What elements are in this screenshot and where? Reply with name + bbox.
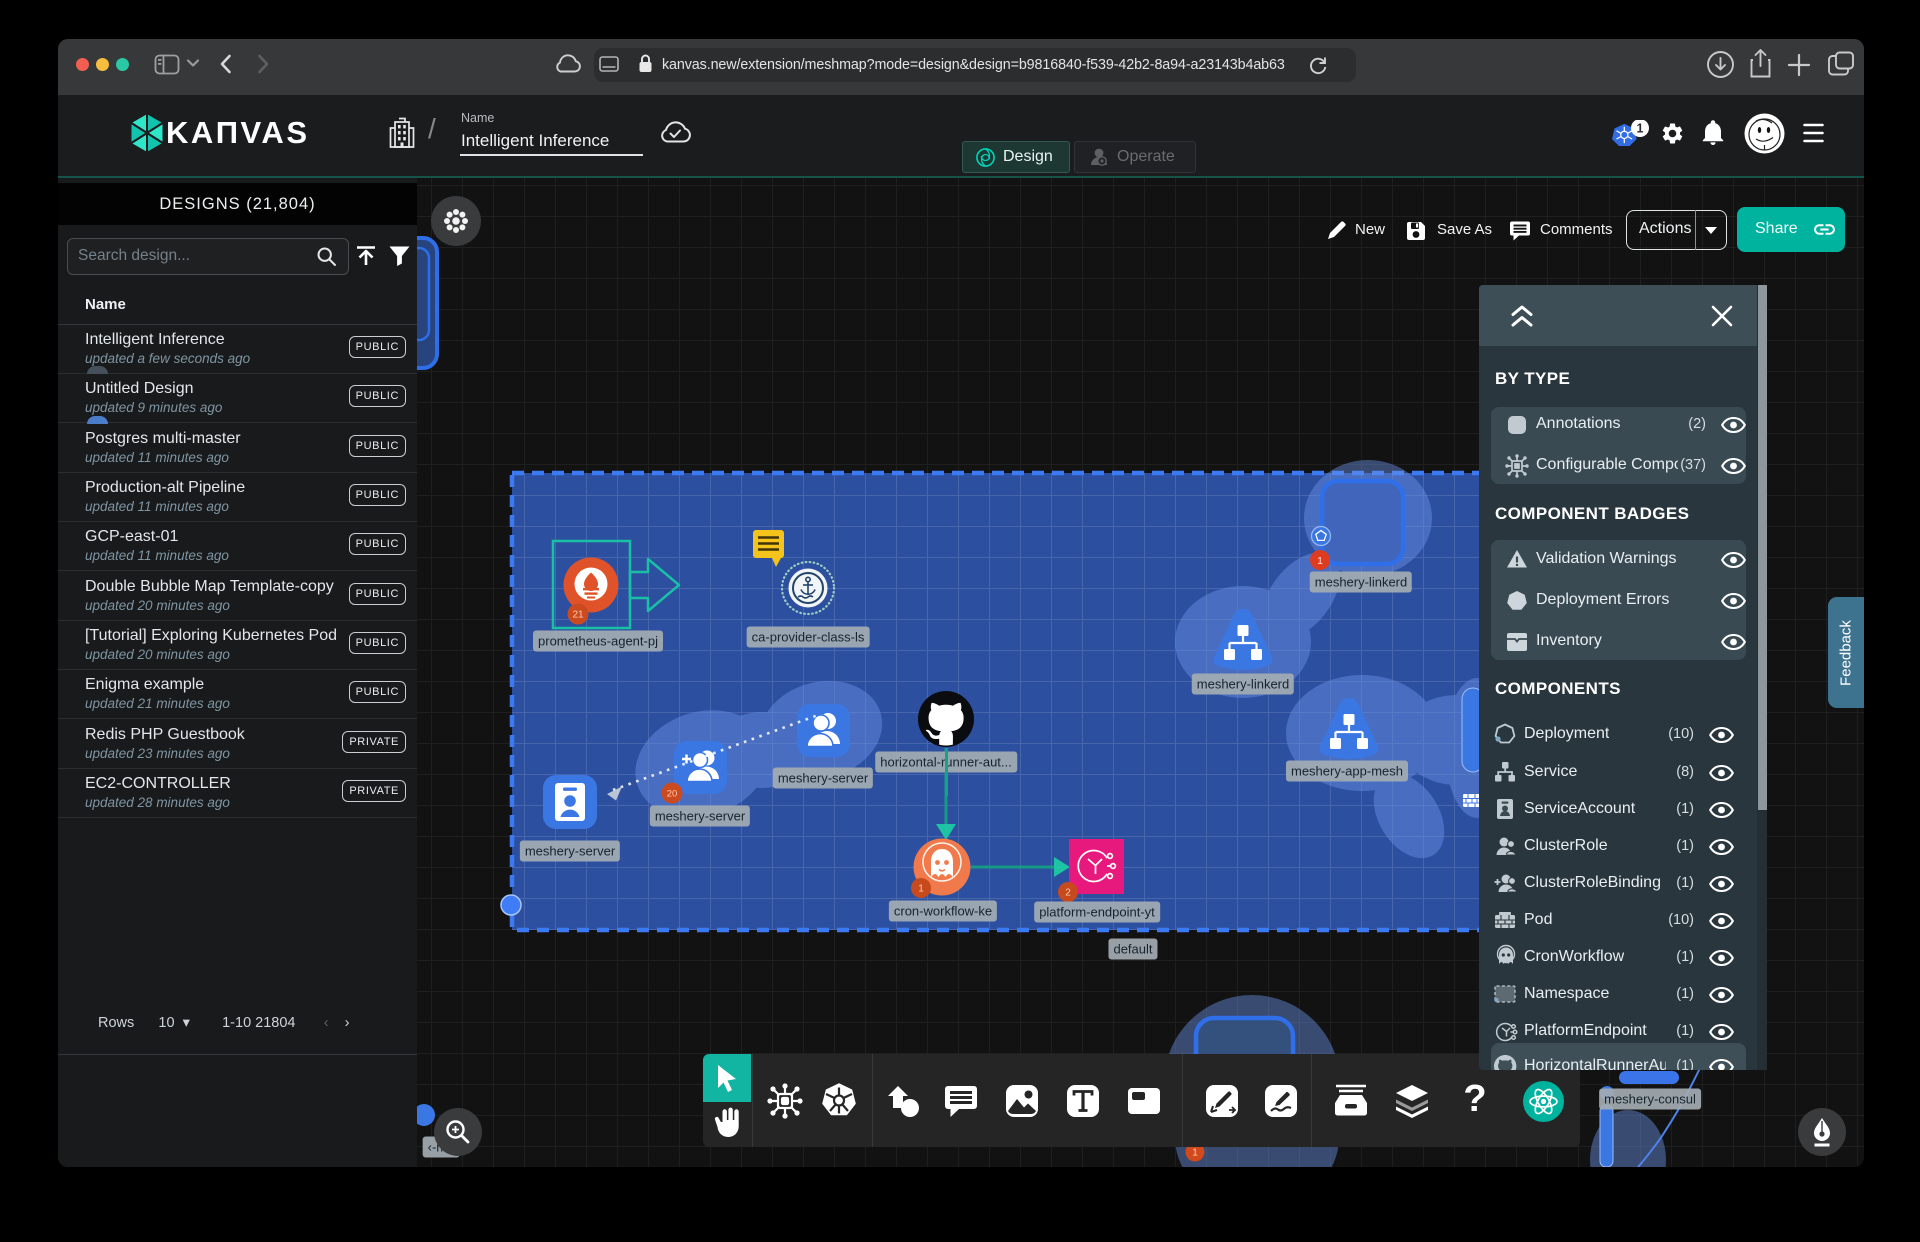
svg-text:2: 2 — [1065, 888, 1071, 899]
svg-text:21: 21 — [572, 610, 584, 621]
svg-text:1: 1 — [1192, 1148, 1198, 1159]
svg-text:1: 1 — [918, 884, 924, 895]
svg-text:20: 20 — [667, 789, 678, 800]
svg-text:1: 1 — [1637, 121, 1644, 135]
svg-text:1: 1 — [1317, 555, 1323, 567]
